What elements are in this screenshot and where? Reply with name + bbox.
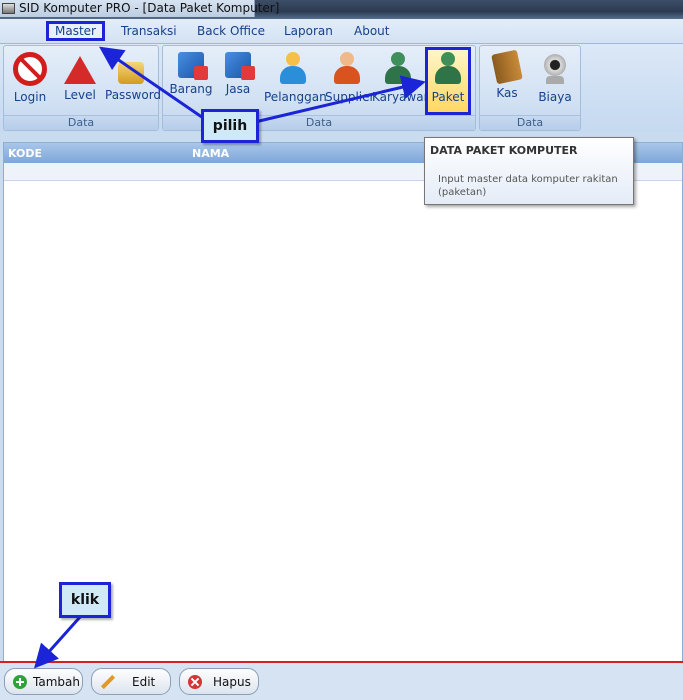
menu-laporan[interactable]: Laporan: [280, 23, 337, 39]
group-label: Data: [4, 115, 158, 130]
karyawan-label: Karyawan: [372, 90, 432, 104]
login-button[interactable]: Login: [10, 50, 50, 112]
edit-button[interactable]: Edit: [91, 668, 171, 695]
password-button[interactable]: Password: [105, 50, 162, 112]
menu-master[interactable]: Master: [46, 21, 105, 41]
app-icon: [2, 3, 15, 14]
webcam-icon: [538, 52, 572, 86]
tambah-button[interactable]: Tambah: [4, 668, 83, 695]
menu-back-office[interactable]: Back Office: [193, 23, 269, 39]
supplier-button[interactable]: Supplier: [325, 50, 375, 112]
hapus-button[interactable]: Hapus: [179, 668, 259, 695]
menu-about[interactable]: About: [350, 23, 393, 39]
title-bar: SID Komputer PRO - [Data Paket Komputer]: [0, 0, 683, 19]
callout-klik: klik: [59, 582, 111, 618]
edit-label: Edit: [132, 675, 156, 689]
menu-transaksi[interactable]: Transaksi: [117, 23, 181, 39]
cube-icon: [178, 52, 208, 80]
column-header-nama[interactable]: NAMA: [192, 147, 229, 160]
ribbon-group-finance: Kas Biaya Data: [479, 45, 581, 131]
jasa-button[interactable]: Jasa: [219, 50, 257, 112]
pelanggan-label: Pelanggan: [264, 90, 327, 104]
password-label: Password: [105, 88, 162, 102]
warning-icon: [64, 56, 96, 84]
ribbon-group-account: Login Level Password Data: [3, 45, 162, 131]
pelanggan-button[interactable]: Pelanggan: [264, 50, 327, 112]
tooltip-title: DATA PAKET KOMPUTER: [430, 144, 578, 157]
add-icon: [13, 675, 27, 689]
people-icon: [431, 52, 465, 86]
menu-bar: Master Transaksi Back Office Laporan Abo…: [0, 19, 683, 44]
tambah-label: Tambah: [33, 675, 80, 689]
paket-label: Paket: [431, 90, 465, 104]
paket-button[interactable]: Paket: [425, 47, 471, 115]
jasa-label: Jasa: [225, 82, 251, 96]
person-icon: [330, 52, 364, 86]
person-icon: [276, 52, 310, 86]
tooltip: DATA PAKET KOMPUTER Input master data ko…: [424, 137, 634, 205]
biaya-button[interactable]: Biaya: [534, 50, 576, 112]
supplier-label: Supplier: [325, 90, 375, 104]
pencil-icon: [100, 674, 116, 690]
login-label: Login: [13, 90, 47, 104]
kas-button[interactable]: Kas: [488, 49, 526, 112]
kas-label: Kas: [496, 86, 518, 100]
delete-icon: [188, 675, 202, 689]
book-icon: [491, 49, 523, 85]
group-label: Data: [480, 115, 580, 130]
people-icon: [381, 52, 415, 86]
footer-toolbar: Tambah Edit Hapus: [0, 663, 683, 700]
level-button[interactable]: Level: [60, 50, 100, 112]
lock-icon: [118, 62, 144, 84]
karyawan-button[interactable]: Karyawan: [372, 50, 432, 112]
stop-icon: [13, 52, 47, 86]
level-label: Level: [64, 88, 96, 102]
title-area: SID Komputer PRO - [Data Paket Komputer]: [0, 0, 279, 17]
ribbon: Login Level Password Data Barang Jasa Pe…: [0, 44, 683, 132]
window-title: SID Komputer PRO - [Data Paket Komputer]: [19, 1, 280, 15]
barang-label: Barang: [169, 82, 213, 96]
biaya-label: Biaya: [538, 90, 572, 104]
tooltip-body: Input master data komputer rakitan (pake…: [438, 174, 618, 198]
cube-icon: [225, 52, 255, 80]
callout-pilih: pilih: [201, 109, 259, 143]
barang-button[interactable]: Barang: [169, 50, 213, 112]
column-header-kode[interactable]: KODE: [8, 147, 42, 160]
hapus-label: Hapus: [213, 675, 251, 689]
